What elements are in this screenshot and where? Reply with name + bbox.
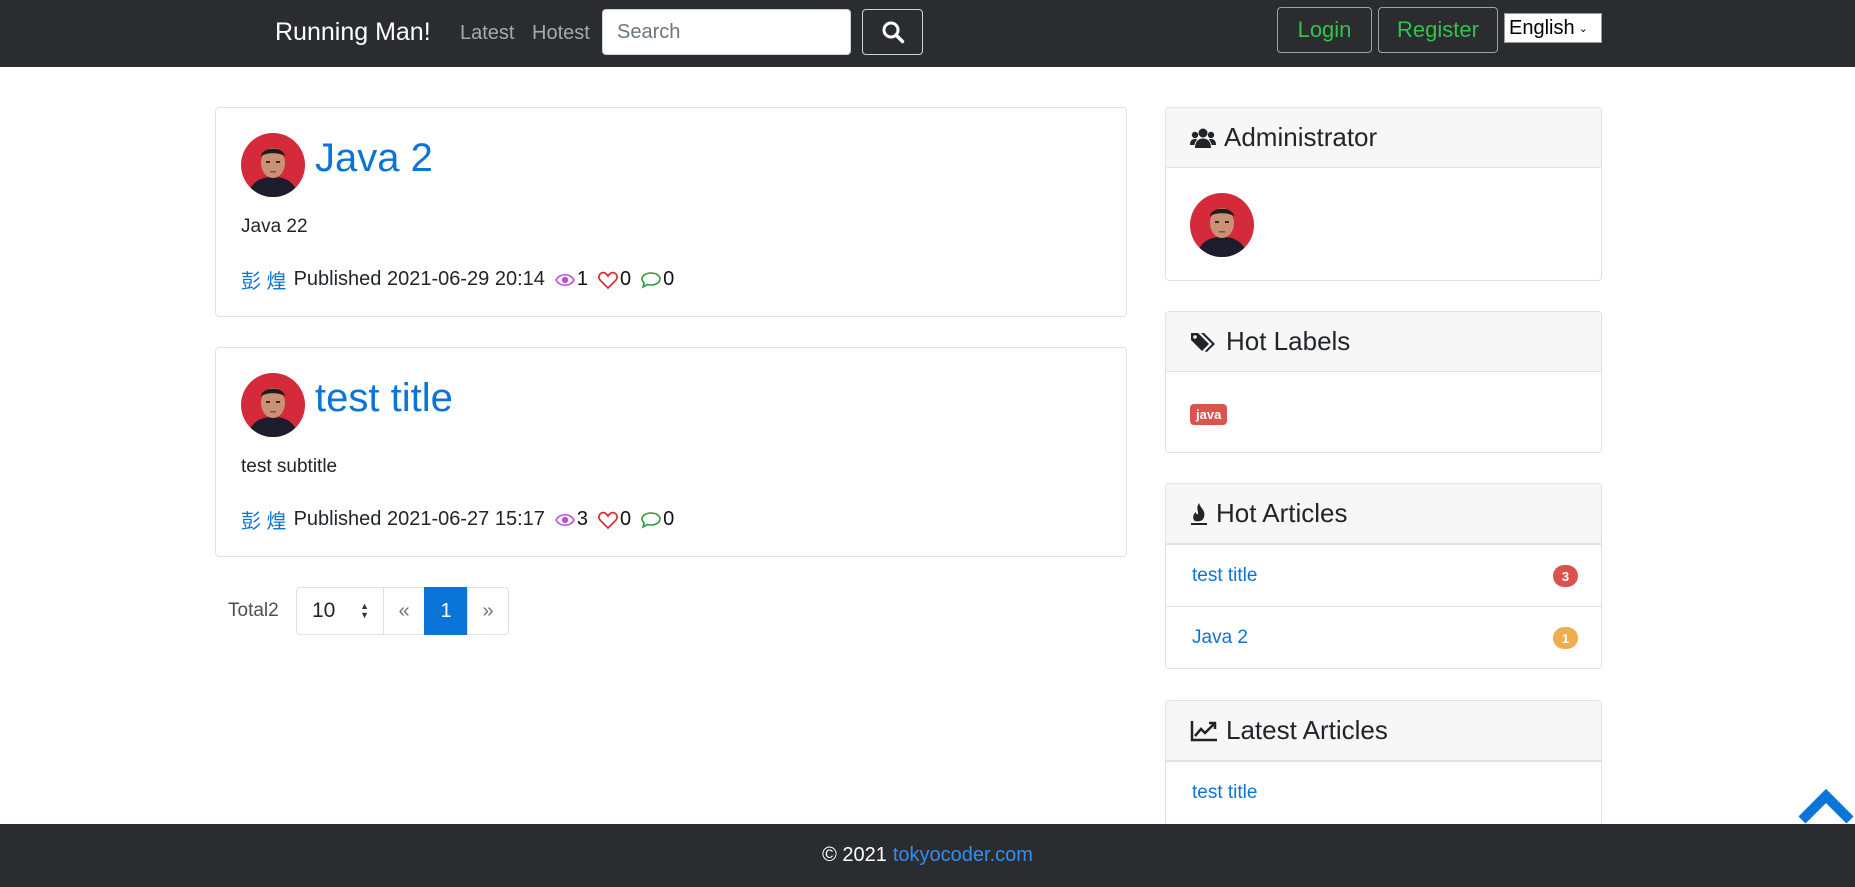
post-meta: 彭 煌 Published 2021-06-27 15:17 3 0 0 xyxy=(241,505,674,534)
like-count: 0 xyxy=(620,268,632,290)
chevron-up-icon xyxy=(1798,788,1854,824)
hot-articles-header: Hot Articles xyxy=(1166,484,1601,544)
latest-article-item[interactable]: test title xyxy=(1166,761,1601,823)
latest-articles-title: Latest Articles xyxy=(1226,715,1388,745)
tags-icon xyxy=(1190,331,1218,353)
view-count: 3 xyxy=(576,508,588,530)
page-size-value: 10 xyxy=(312,599,336,622)
post-title-link[interactable]: Java 2 xyxy=(315,136,433,181)
post-subtitle: test subtitle xyxy=(241,456,338,477)
next-page-button[interactable]: » xyxy=(467,587,509,635)
fire-icon xyxy=(1190,502,1208,526)
latest-articles-card: Latest Articles test title xyxy=(1165,700,1602,830)
back-to-top-button[interactable] xyxy=(1798,788,1854,824)
hot-articles-title: Hot Articles xyxy=(1216,498,1348,528)
current-page-button[interactable]: 1 xyxy=(424,587,468,635)
hot-articles-card: Hot Articles test title 3 Java 2 1 xyxy=(1165,483,1602,669)
hot-labels-header: Hot Labels xyxy=(1166,312,1601,372)
language-select[interactable]: English ⌄ xyxy=(1504,13,1602,43)
comment-icon[interactable] xyxy=(641,271,661,289)
post-card: Java 2 Java 22 彭 煌 Published 2021-06-29 … xyxy=(215,107,1127,317)
admin-card-header: Administrator xyxy=(1166,108,1601,168)
brand-link[interactable]: Running Man! xyxy=(275,18,431,47)
post-title-link[interactable]: test title xyxy=(315,376,453,421)
label-tag-java[interactable]: java xyxy=(1190,404,1228,425)
search-button[interactable] xyxy=(862,9,923,55)
view-count-badge: 3 xyxy=(1553,565,1578,587)
post-card: test title test subtitle 彭 煌 Published 2… xyxy=(215,347,1127,557)
hot-article-item[interactable]: test title 3 xyxy=(1166,544,1601,606)
comment-count: 0 xyxy=(663,508,675,530)
post-subtitle: Java 22 xyxy=(241,216,308,237)
page-size-select[interactable]: 10 ▲ ▼ xyxy=(296,587,384,635)
latest-article-title: test title xyxy=(1192,781,1258,803)
author-link[interactable]: 彭 煌 xyxy=(241,265,287,294)
users-icon xyxy=(1190,127,1216,149)
like-count: 0 xyxy=(620,508,632,530)
latest-articles-header: Latest Articles xyxy=(1166,701,1601,761)
view-count: 1 xyxy=(576,268,588,290)
footer: © 2021 tokyocoder.com xyxy=(0,824,1855,887)
avatar[interactable] xyxy=(241,133,305,197)
login-button[interactable]: Login xyxy=(1277,7,1372,53)
admin-card-title: Administrator xyxy=(1224,122,1378,152)
eye-icon xyxy=(554,513,575,527)
nav-latest-link[interactable]: Latest xyxy=(460,22,514,45)
hot-labels-title: Hot Labels xyxy=(1226,326,1351,356)
comment-count: 0 xyxy=(663,268,675,290)
footer-copyright: © 2021 xyxy=(822,844,887,866)
published-date: Published 2021-06-29 20:14 xyxy=(293,268,545,290)
hot-labels-card: Hot Labels java xyxy=(1165,311,1602,453)
footer-link[interactable]: tokyocoder.com xyxy=(893,844,1033,867)
line-chart-icon xyxy=(1190,720,1218,742)
author-link[interactable]: 彭 煌 xyxy=(241,505,287,534)
eye-icon xyxy=(554,273,575,287)
heart-icon[interactable] xyxy=(598,271,618,289)
sort-arrows-icon: ▲ ▼ xyxy=(360,601,369,620)
hot-article-title: Java 2 xyxy=(1192,626,1248,648)
total-count: Total2 xyxy=(228,600,279,621)
view-count-badge: 1 xyxy=(1553,627,1578,649)
hot-article-item[interactable]: Java 2 1 xyxy=(1166,606,1601,668)
admin-card: Administrator xyxy=(1165,107,1602,281)
avatar[interactable] xyxy=(1190,193,1254,257)
search-input[interactable] xyxy=(602,9,851,55)
chevron-down-icon: ⌄ xyxy=(1578,22,1588,35)
published-date: Published 2021-06-27 15:17 xyxy=(293,508,545,530)
avatar[interactable] xyxy=(241,373,305,437)
search-icon xyxy=(882,21,904,44)
prev-page-button[interactable]: « xyxy=(383,587,425,635)
nav-hotest-link[interactable]: Hotest xyxy=(532,22,590,45)
language-value: English xyxy=(1509,16,1575,39)
heart-icon[interactable] xyxy=(598,511,618,529)
hot-article-title: test title xyxy=(1192,564,1258,586)
comment-icon[interactable] xyxy=(641,511,661,529)
top-navbar: Running Man! Latest Hotest Login Registe… xyxy=(0,0,1855,67)
post-meta: 彭 煌 Published 2021-06-29 20:14 1 0 0 xyxy=(241,265,674,294)
register-button[interactable]: Register xyxy=(1378,7,1498,53)
